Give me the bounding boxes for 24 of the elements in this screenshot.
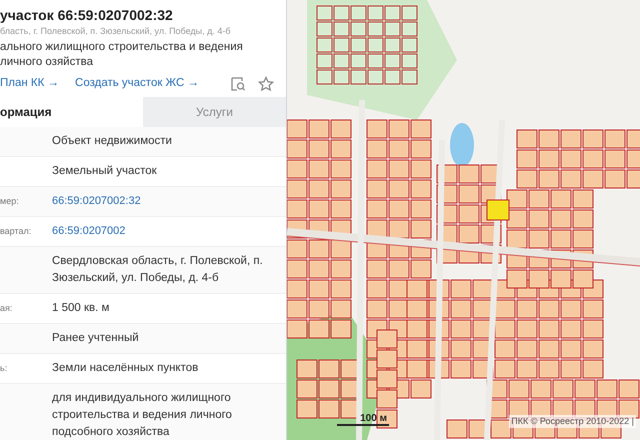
field-value: Ранее учтенный <box>52 331 140 346</box>
field-label: ая: <box>0 302 14 315</box>
field-value: для индивидуального жилищного строительства и ведения личного подсобного хозяйства <box>52 391 233 440</box>
field-value: 1 500 кв. м <box>52 301 110 316</box>
field-link[interactable]: 66:59:0207002 <box>52 223 126 240</box>
link[interactable]: Создать участок ЖС → <box>75 75 200 93</box>
parcel-address: бласть, г. Полевской, п. Зюзельский, ул. Победы, д. 4-б <box>0 25 232 37</box>
field-value: Земельный участок <box>52 164 158 179</box>
field-value: Земли населённых пунктов <box>52 361 200 376</box>
parcel-title: участок 66:59:0207002:32 <box>0 6 174 24</box>
field-label: ь: <box>0 362 8 375</box>
map-attribution: ПКК © Росреестр 2010-2022 | <box>509 414 636 428</box>
parcel-description: ального жилищного строительства и ведения личного озяйства <box>0 40 244 70</box>
link[interactable]: План КК → <box>0 75 60 93</box>
search-document-icon[interactable] <box>230 76 246 92</box>
star-icon[interactable] <box>258 76 274 92</box>
field-value: Свердловская область, г. Полевской, п. Зюзельский, ул. Победы, д. 4-б <box>52 254 264 286</box>
field-label: мер: <box>0 195 20 208</box>
scale-label: 100 м <box>360 413 388 424</box>
scale-bar <box>337 424 389 426</box>
tab[interactable]: Услуги <box>143 97 286 127</box>
field-value: Объект недвижимости <box>52 134 173 149</box>
field-label: вартал: <box>0 225 32 238</box>
field-link[interactable]: 66:59:0207002:32 <box>52 193 141 210</box>
